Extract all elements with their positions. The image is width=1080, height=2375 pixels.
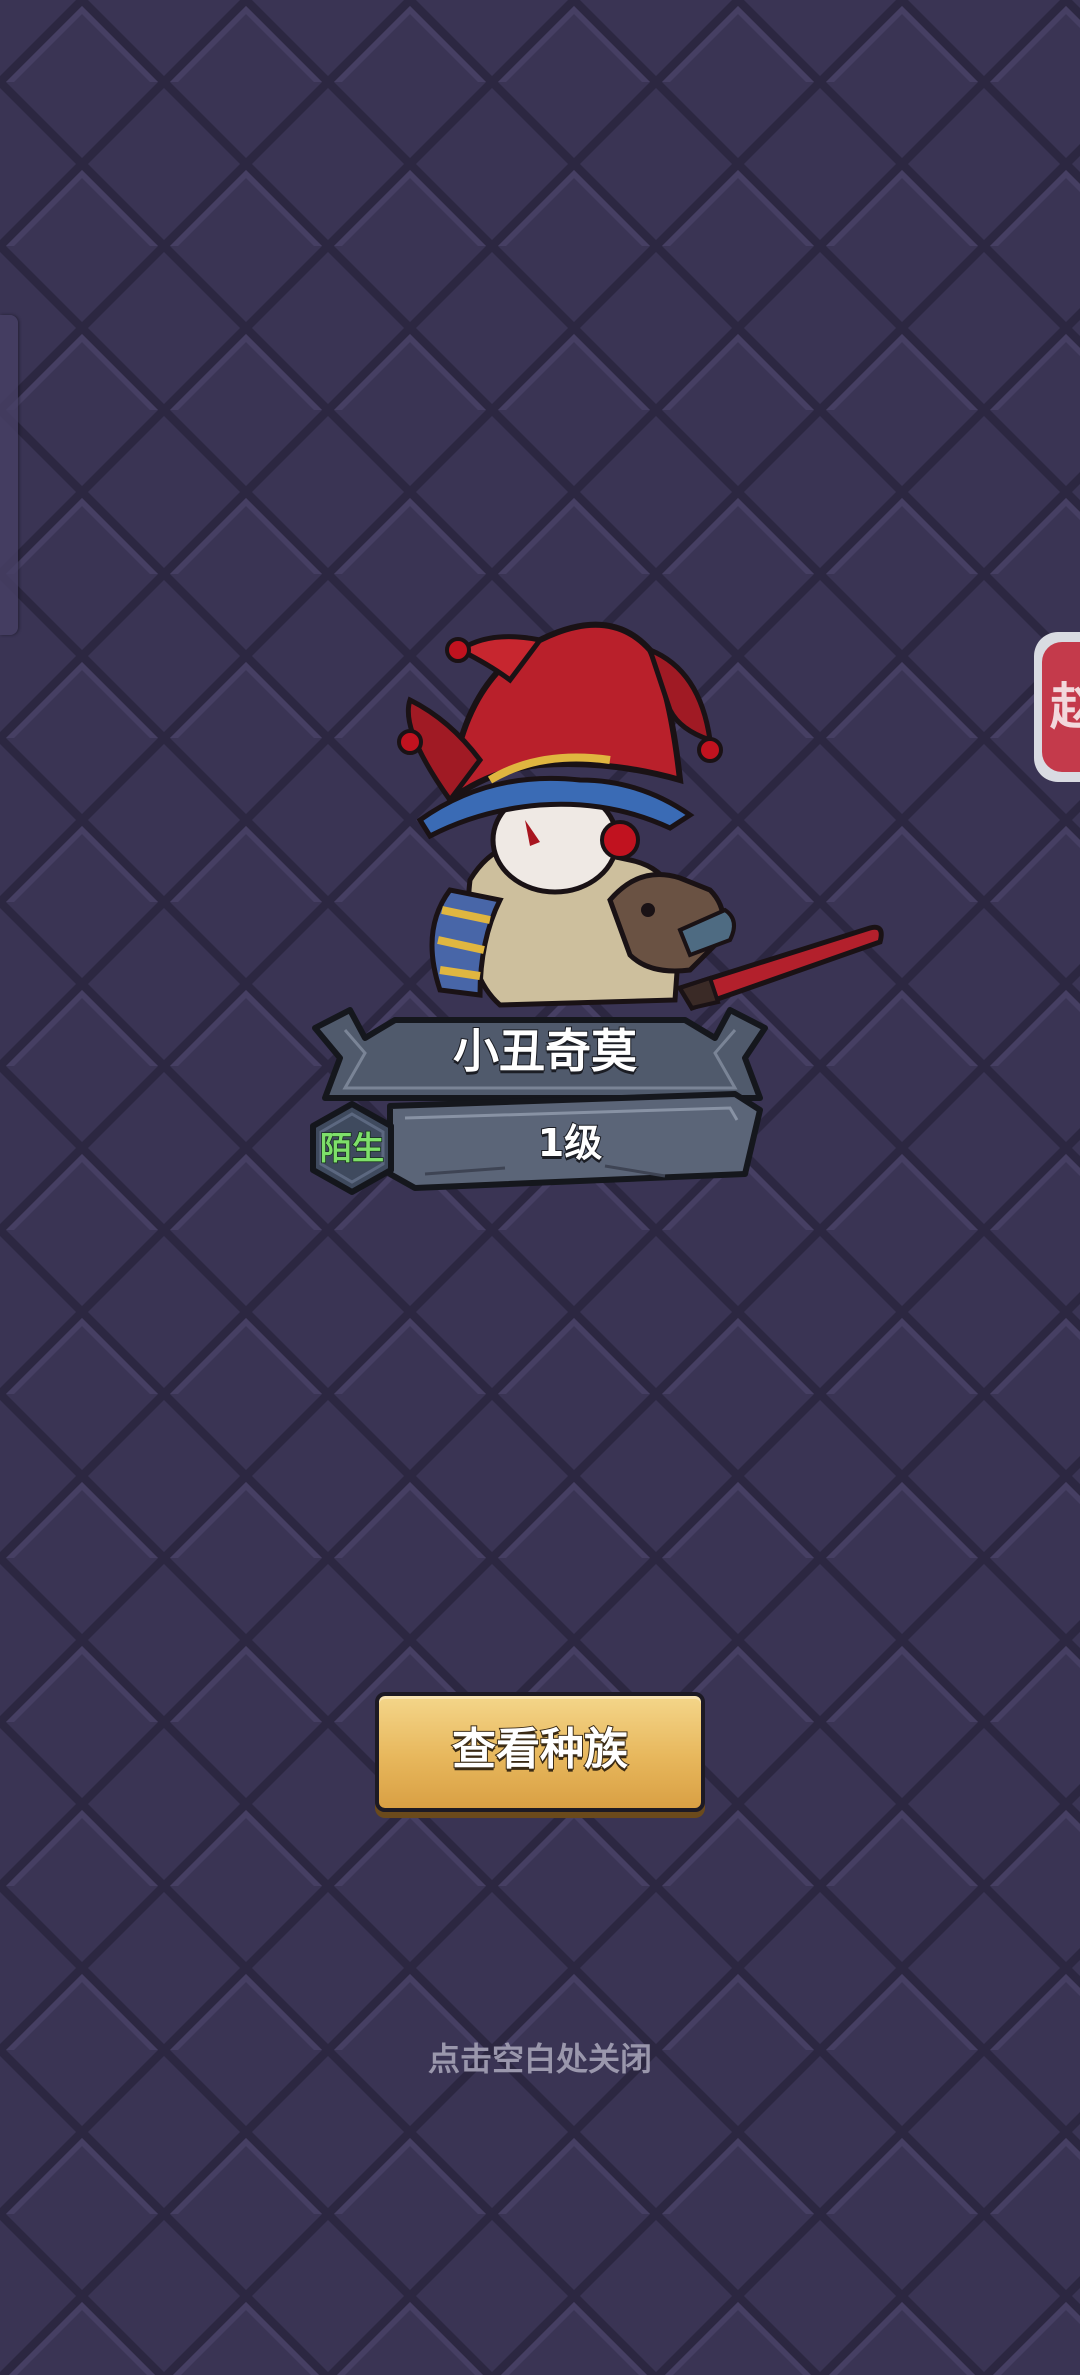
right-edge-tab-label: 赵 bbox=[1042, 642, 1080, 772]
left-edge-tab[interactable] bbox=[0, 315, 18, 635]
view-race-button[interactable]: 查看种族 bbox=[375, 1692, 705, 1812]
right-edge-tab[interactable]: 赵 bbox=[1034, 632, 1080, 782]
close-hint-text: 点击空白处关闭 bbox=[427, 2040, 652, 2078]
hero-level: 1级 bbox=[537, 1120, 603, 1166]
hero-name: 小丑奇莫 bbox=[452, 1023, 638, 1079]
hero-nameplate: 小丑奇莫 1级 陌生 bbox=[305, 998, 775, 1198]
relation-label: 陌生 bbox=[319, 1128, 385, 1168]
jester-hero-illustration bbox=[397, 621, 884, 1012]
relation-badge: 陌生 bbox=[307, 1100, 397, 1196]
